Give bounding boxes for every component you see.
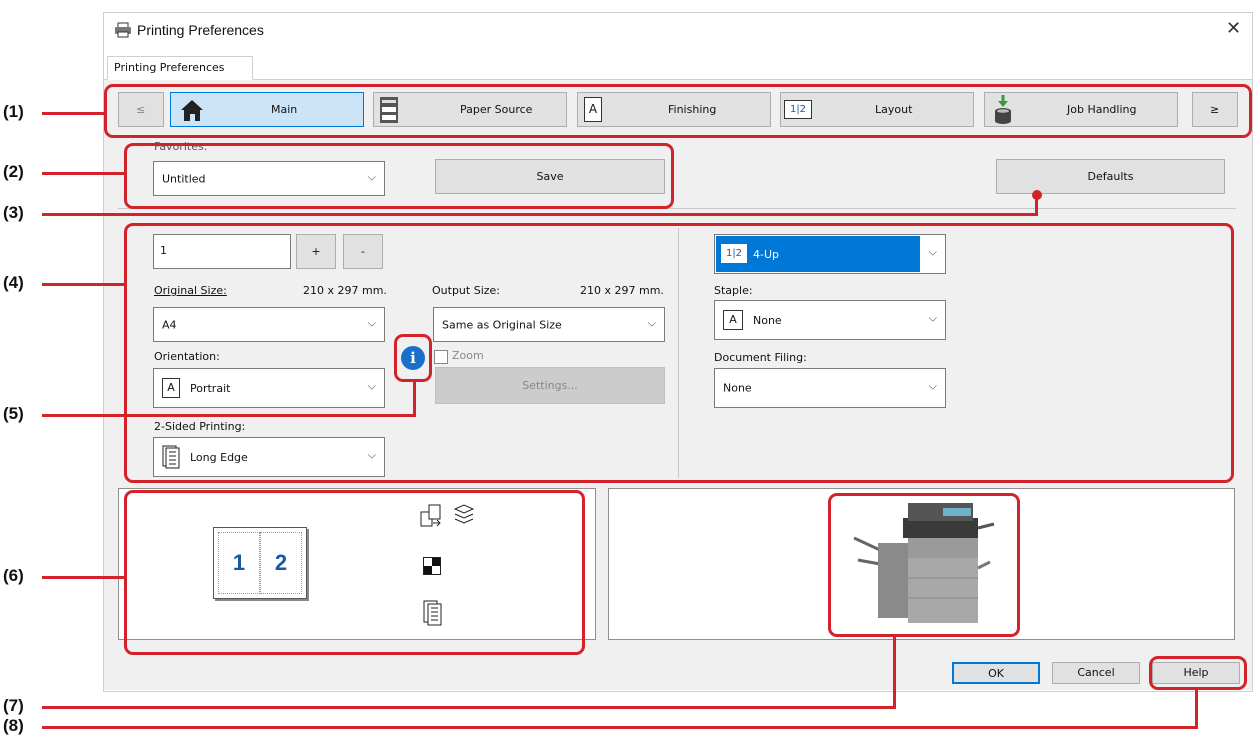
callout-label-1: (1) [3,102,24,121]
callout-box-2 [124,143,674,209]
callout-box-7 [828,493,1020,637]
callout-label-7: (7) [3,696,24,715]
printer-icon [114,22,132,38]
callout-label-4: (4) [3,273,24,292]
leader-line-1 [42,112,106,115]
callout-box-8 [1149,656,1247,690]
leader-line-3 [42,213,1038,216]
tab-printing-preferences[interactable]: Printing Preferences [107,56,253,80]
leader-line-5-v [413,380,416,417]
defaults-button-label: Defaults [1087,170,1134,183]
leader-line-8-v [1195,688,1198,729]
callout-label-3: (3) [3,203,24,222]
window-title: Printing Preferences [137,22,264,38]
cancel-button[interactable]: Cancel [1052,662,1140,684]
leader-line-7-v [893,635,896,709]
leader-line-3-v [1035,197,1038,216]
leader-line-8 [42,726,1198,729]
callout-box-4 [124,223,1234,483]
tab-strip-line [103,79,1253,80]
close-icon[interactable]: ✕ [1226,18,1241,39]
ok-button-label: OK [988,667,1004,680]
leader-line-6 [42,576,126,579]
callout-label-6: (6) [3,566,24,585]
callout-label-8: (8) [3,716,24,735]
callout-box-1 [104,84,1252,138]
callout-label-5: (5) [3,404,24,423]
leader-line-5 [42,414,416,417]
leader-line-4 [42,283,126,286]
callout-box-6 [124,490,585,655]
leader-line-7 [42,706,896,709]
callout-box-5 [394,334,432,382]
leader-line-2 [42,172,126,175]
ok-button[interactable]: OK [952,662,1040,684]
cancel-button-label: Cancel [1077,666,1115,679]
defaults-button[interactable]: Defaults [996,159,1225,194]
callout-label-2: (2) [3,162,24,181]
